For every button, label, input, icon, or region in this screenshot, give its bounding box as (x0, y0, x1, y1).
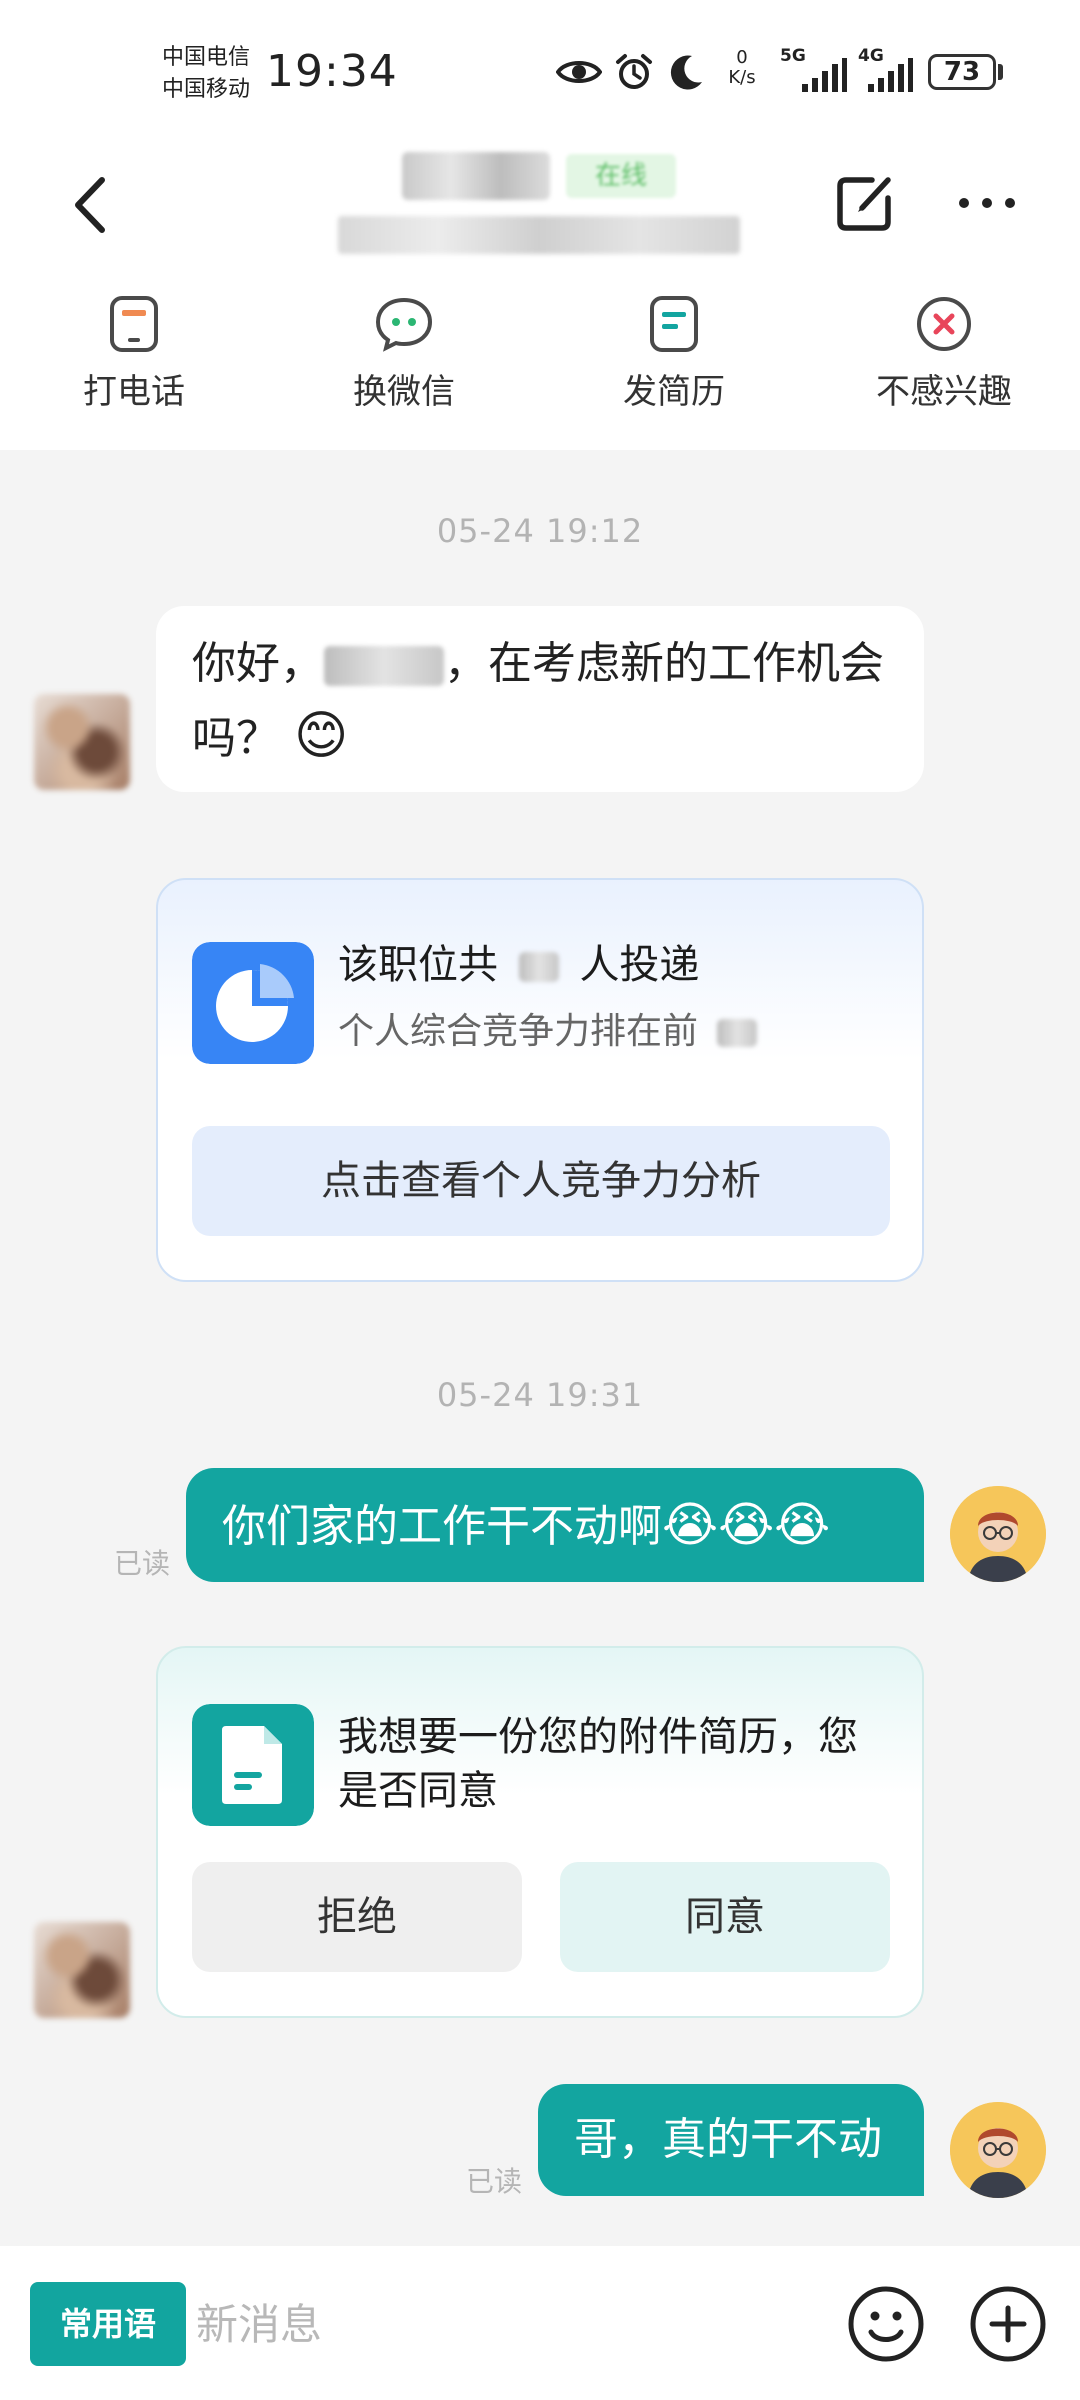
resume-request-text: 我想要一份您的附件简历，您是否同意 (338, 1714, 858, 1814)
net-speed-unit: K/s (728, 67, 756, 88)
contact-subtitle-redacted (338, 216, 740, 254)
outgoing-message-2: 哥，真的干不动 (538, 2084, 924, 2196)
not-interested-icon (917, 297, 971, 351)
wechat-icon (375, 297, 433, 352)
redacted-count (518, 952, 559, 982)
phone-icon (110, 296, 158, 352)
alarm-icon (616, 54, 652, 89)
redacted-rank (717, 1019, 758, 1047)
pie-chart-icon (192, 942, 314, 1064)
input-bar: 常用语 (0, 2246, 1080, 2400)
recruiter-avatar[interactable] (34, 694, 130, 790)
carrier-info: 中国电信 中国移动 (162, 42, 250, 106)
action-not-interested-label: 不感兴趣 (876, 372, 1012, 412)
timestamp-1: 05-24 19:12 (436, 512, 644, 550)
quick-actions: 打电话 换微信 发简历 不感兴趣 (0, 282, 1080, 432)
action-wechat-label: 换微信 (353, 372, 455, 412)
action-call[interactable]: 打电话 (34, 282, 234, 418)
recruiter-avatar-2[interactable] (34, 1922, 130, 2018)
user-avatar-icon (950, 2102, 1046, 2198)
battery-indicator: 73 (928, 54, 996, 90)
carrier-2: 中国移动 (162, 77, 251, 102)
outgoing-message-1: 你们家的工作干不动啊😭😭😭 (186, 1468, 924, 1582)
action-send-resume[interactable]: 发简历 (574, 282, 774, 418)
common-phrases-button[interactable]: 常用语 (30, 2282, 186, 2366)
back-button[interactable] (62, 170, 122, 240)
signal-5g-icon (802, 58, 847, 92)
emoji-icon[interactable] (846, 2284, 926, 2364)
top-area: 中国电信 中国移动 19:34 0 K/s 5G 4G 73 在线 打电话 换微… (0, 0, 1080, 450)
my-avatar[interactable] (950, 1486, 1046, 1582)
status-time: 19:34 (266, 46, 398, 97)
competition-title-prefix: 该职位共 (338, 942, 498, 988)
edit-icon[interactable] (832, 170, 898, 236)
action-wechat[interactable]: 换微信 (304, 282, 504, 418)
contact-online-status: 在线 (566, 154, 676, 198)
file-icon (192, 1704, 314, 1826)
signal-4g-icon (868, 58, 913, 92)
smile-emoji: 😊 (294, 706, 349, 766)
competition-subtitle-prefix: 个人综合竞争力排在前 (338, 1011, 699, 1052)
chat-header: 在线 (0, 140, 1080, 270)
incoming-message-1: 你好， ，在考虑新的工作机会吗？ 😊 (156, 606, 924, 792)
read-receipt-2: 已读 (466, 2165, 523, 2198)
net-speed: 0 K/s (722, 48, 762, 88)
competition-card: 该职位共 人投递 个人综合竞争力排在前 点击查看个人竞争力分析 (156, 878, 924, 1282)
reject-button[interactable]: 拒绝 (192, 1862, 522, 1972)
resume-icon (650, 296, 698, 352)
action-not-interested[interactable]: 不感兴趣 (844, 282, 1044, 418)
outgoing-message-1-text: 你们家的工作干不动啊 (222, 1501, 662, 1552)
more-options-icon[interactable] (954, 170, 1020, 236)
competition-subtitle: 个人综合竞争力排在前 (338, 1008, 758, 1056)
action-send-resume-label: 发简历 (623, 372, 725, 412)
timestamp-2: 05-24 19:31 (436, 1376, 644, 1414)
eye-icon (556, 61, 602, 83)
read-receipt-1: 已读 (114, 1547, 171, 1580)
competition-title: 该职位共 人投递 (338, 938, 699, 992)
competition-title-suffix: 人投递 (579, 942, 700, 988)
redacted-name (324, 646, 444, 686)
agree-button[interactable]: 同意 (560, 1862, 890, 1972)
moon-icon (670, 55, 702, 90)
message-text-part1: 你好， (192, 638, 324, 689)
plus-icon[interactable] (968, 2284, 1048, 2364)
message-input[interactable] (196, 2282, 816, 2366)
my-avatar-2[interactable] (950, 2102, 1046, 2198)
status-bar: 中国电信 中国移动 19:34 0 K/s 5G 4G 73 (0, 0, 1080, 140)
battery-tip (998, 64, 1003, 80)
action-call-label: 打电话 (83, 372, 185, 412)
crying-emojis: 😭😭😭 (662, 1497, 831, 1553)
carrier-1: 中国电信 (162, 45, 251, 70)
competition-analysis-button[interactable]: 点击查看个人竞争力分析 (192, 1126, 890, 1236)
contact-name-redacted (402, 152, 550, 200)
resume-request-card: 我想要一份您的附件简历，您是否同意 拒绝 同意 (156, 1646, 924, 2018)
net-speed-value: 0 (736, 47, 748, 68)
user-avatar-icon (950, 1486, 1046, 1582)
